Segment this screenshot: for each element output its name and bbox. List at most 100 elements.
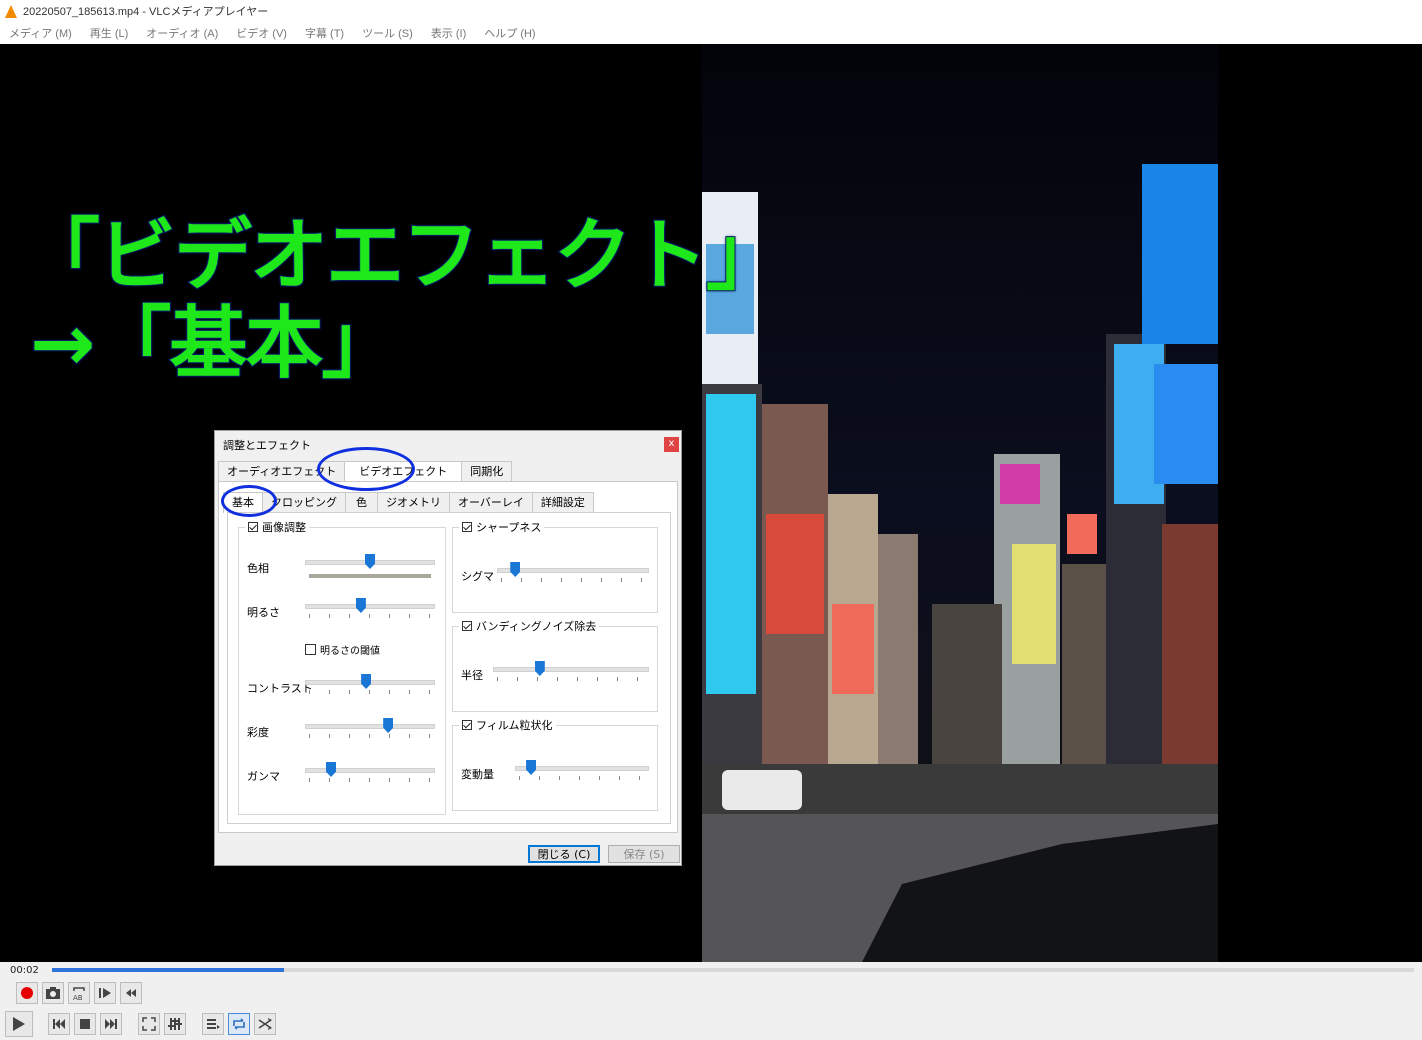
grain-label: フィルム粒状化	[476, 719, 553, 732]
saturation-slider-track	[305, 724, 435, 729]
sharpen-label: シャープネス	[476, 521, 542, 534]
sigma-label: シグマ	[461, 570, 494, 583]
banding-checkbox[interactable]	[462, 621, 472, 631]
subtab-geometry[interactable]: ジオメトリ	[377, 492, 450, 513]
grain-header[interactable]: フィルム粒状化	[459, 717, 556, 733]
variance-slider[interactable]	[515, 760, 649, 784]
subtab-overlay[interactable]: オーバーレイ	[449, 492, 533, 513]
sigma-slider-ticks	[501, 578, 645, 582]
video-area[interactable]: 「ビデオエフェクト」 →「基本」 調整とエフェクト x オーディオエフェクト ビ…	[0, 44, 1422, 962]
brightness-threshold-label: 明るさの閾値	[320, 646, 380, 657]
hue-color-bar	[309, 574, 431, 578]
sharpen-checkbox[interactable]	[462, 522, 472, 532]
radius-slider[interactable]	[493, 661, 649, 685]
seek-bar[interactable]	[52, 968, 1414, 972]
contrast-label: コントラスト	[247, 682, 313, 695]
contrast-slider[interactable]	[305, 674, 435, 698]
advanced-controls: AB	[0, 978, 1422, 1008]
stop-button[interactable]	[74, 1013, 96, 1035]
playlist-icon	[207, 1019, 220, 1029]
play-button[interactable]	[5, 1011, 33, 1037]
menu-audio[interactable]: オーディオ (A)	[146, 25, 218, 41]
contrast-slider-ticks	[309, 690, 431, 694]
next-button[interactable]	[100, 1013, 122, 1035]
menu-video[interactable]: ビデオ (V)	[236, 25, 287, 41]
snapshot-button[interactable]	[42, 982, 64, 1004]
loop-ab-button[interactable]: AB	[68, 982, 90, 1004]
brightness-slider-thumb[interactable]	[355, 598, 366, 613]
close-button[interactable]: 閉じる (C)	[528, 845, 600, 863]
hue-label: 色相	[247, 562, 269, 575]
fullscreen-button[interactable]	[138, 1013, 160, 1035]
rewind-icon	[126, 989, 136, 997]
subtab-cropping[interactable]: クロッピング	[262, 492, 346, 513]
contrast-slider-thumb[interactable]	[361, 674, 372, 689]
variance-slider-thumb[interactable]	[526, 760, 537, 775]
image-adjust-checkbox[interactable]	[248, 522, 258, 532]
frame-step-button[interactable]	[94, 982, 116, 1004]
hue-slider-thumb[interactable]	[365, 554, 375, 569]
save-button[interactable]: 保存 (S)	[608, 845, 680, 863]
brightness-threshold-checkbox[interactable]	[305, 644, 316, 655]
radius-slider-ticks	[497, 677, 645, 681]
subtab-color[interactable]: 色	[345, 492, 378, 513]
title-bar: 20220507_185613.mp4 - VLCメディアプレイヤー	[0, 0, 1422, 22]
banding-header[interactable]: バンディングノイズ除去	[459, 618, 600, 634]
next-icon	[105, 1019, 117, 1029]
banding-group: バンディングノイズ除去 半径	[452, 618, 658, 712]
menu-help[interactable]: ヘルプ (H)	[484, 25, 535, 41]
annotation-text: 「ビデオエフェクト」 →「基本」	[21, 211, 785, 389]
frame-step-icon	[99, 988, 111, 998]
subtab-advanced[interactable]: 詳細設定	[531, 492, 594, 513]
sigma-slider[interactable]	[497, 562, 649, 586]
slower-button[interactable]	[120, 982, 142, 1004]
dialog-title: 調整とエフェクト	[223, 439, 311, 452]
subtab-basic[interactable]: 基本	[223, 492, 263, 513]
extended-settings-button[interactable]	[164, 1013, 186, 1035]
saturation-slider-ticks	[309, 734, 431, 738]
vlc-cone-icon	[5, 4, 17, 18]
menu-subtitle[interactable]: 字幕 (T)	[305, 25, 344, 41]
close-icon[interactable]: x	[664, 437, 679, 452]
playlist-button[interactable]	[202, 1013, 224, 1035]
menu-view[interactable]: 表示 (I)	[431, 25, 466, 41]
brightness-slider-ticks	[309, 614, 431, 618]
tab-video-effects[interactable]: ビデオエフェクト	[344, 461, 463, 482]
image-adjust-header[interactable]: 画像調整	[245, 519, 309, 535]
loop-button[interactable]	[228, 1013, 250, 1035]
menu-playback[interactable]: 再生 (L)	[90, 25, 129, 41]
radius-label: 半径	[461, 669, 483, 682]
brightness-slider[interactable]	[305, 598, 435, 622]
loop-icon	[233, 1018, 245, 1030]
menu-tools[interactable]: ツール (S)	[362, 25, 413, 41]
image-adjust-label: 画像調整	[262, 521, 306, 534]
radius-slider-track	[493, 667, 649, 672]
menu-media[interactable]: メディア (M)	[9, 25, 72, 41]
radius-slider-thumb[interactable]	[534, 661, 545, 676]
svg-text:AB: AB	[73, 994, 83, 1001]
grain-checkbox[interactable]	[462, 720, 472, 730]
banding-label: バンディングノイズ除去	[476, 620, 597, 633]
sharpen-header[interactable]: シャープネス	[459, 519, 545, 535]
sigma-slider-thumb[interactable]	[510, 562, 521, 577]
brightness-slider-track	[305, 604, 435, 609]
brightness-label: 明るさ	[247, 606, 280, 619]
gamma-slider-thumb[interactable]	[326, 762, 336, 777]
saturation-slider-thumb[interactable]	[383, 718, 394, 733]
shuffle-button[interactable]	[254, 1013, 276, 1035]
tab-sync[interactable]: 同期化	[461, 461, 513, 482]
tab-audio-effects[interactable]: オーディオエフェクト	[218, 461, 346, 482]
video-effects-panel: 基本 クロッピング 色 ジオメトリ オーバーレイ 詳細設定 画像調整 色相 明る…	[218, 481, 678, 833]
gamma-slider-track	[305, 768, 435, 773]
video-subtabs: 基本 クロッピング 色 ジオメトリ オーバーレイ 詳細設定	[223, 492, 594, 513]
main-controls	[0, 1008, 1422, 1040]
gamma-slider[interactable]	[305, 762, 435, 786]
menu-bar: メディア (M) 再生 (L) オーディオ (A) ビデオ (V) 字幕 (T)…	[0, 22, 1422, 44]
video-frame	[702, 44, 1218, 962]
previous-button[interactable]	[48, 1013, 70, 1035]
brightness-threshold-option[interactable]: 明るさの閾値	[305, 642, 380, 657]
gamma-slider-ticks	[309, 778, 431, 782]
saturation-slider[interactable]	[305, 718, 435, 742]
record-button[interactable]	[16, 982, 38, 1004]
image-adjust-group: 画像調整 色相 明るさ 明るさの閾値 コントラスト 彩度 ガンマ	[238, 519, 446, 815]
